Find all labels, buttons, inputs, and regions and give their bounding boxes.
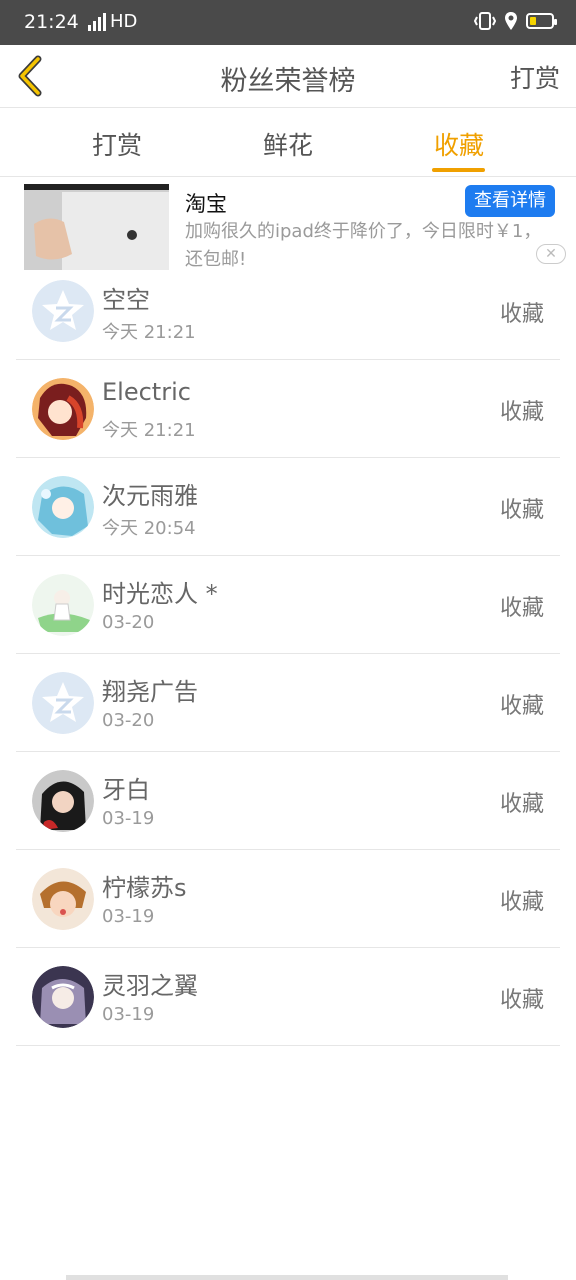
- active-tab-indicator: [432, 168, 485, 172]
- ad-title: 淘宝: [185, 192, 227, 216]
- reward-button[interactable]: 打赏: [510, 59, 560, 95]
- action-label: 收藏: [499, 694, 544, 719]
- user-name: 柠檬苏s: [102, 874, 187, 902]
- list-item[interactable]: 翔尧广告 03-20 收藏: [16, 654, 560, 752]
- action-label: 收藏: [499, 792, 544, 817]
- user-name: 翔尧广告: [102, 678, 198, 706]
- user-time: 03-19: [102, 906, 155, 927]
- user-time: 今天 21:21: [102, 322, 196, 343]
- home-indicator: [66, 1275, 508, 1280]
- avatar: [32, 672, 94, 734]
- user-name: 牙白: [102, 776, 150, 804]
- avatar: [32, 280, 94, 342]
- hd-label: HD: [110, 11, 138, 32]
- list-item[interactable]: 次元雨雅 今天 20:54 收藏: [16, 458, 560, 556]
- user-time: 03-19: [102, 1004, 155, 1025]
- battery-icon: [526, 13, 557, 29]
- user-name: 空空: [102, 286, 150, 314]
- network-indicator: HD: [88, 10, 137, 34]
- list-item[interactable]: 牙白 03-19 收藏: [16, 752, 560, 850]
- list-item[interactable]: 时光恋人 * 03-20 收藏: [16, 556, 560, 654]
- user-time: 今天 21:21: [102, 420, 196, 441]
- ad-image[interactable]: [24, 184, 169, 270]
- action-label: 收藏: [499, 596, 544, 621]
- avatar: [32, 966, 94, 1028]
- title-bar: 粉丝荣誉榜 打赏: [0, 45, 576, 108]
- location-icon: [505, 12, 517, 30]
- avatar: [32, 770, 94, 832]
- status-time: 21:24: [24, 11, 79, 33]
- action-label: 收藏: [499, 302, 544, 327]
- ad-details-button[interactable]: 查看详情: [465, 185, 555, 217]
- signal-icon: [88, 13, 106, 31]
- user-time: 03-20: [102, 612, 155, 633]
- avatar: [32, 378, 94, 440]
- user-time: 03-20: [102, 710, 155, 731]
- action-label: 收藏: [499, 988, 544, 1013]
- tab-reward[interactable]: 打赏: [77, 126, 157, 162]
- ad-close-icon[interactable]: ✕: [536, 244, 566, 264]
- avatar: [32, 868, 94, 930]
- list-item[interactable]: 灵羽之翼 03-19 收藏: [16, 948, 560, 1046]
- status-icons: [474, 11, 557, 31]
- list-item[interactable]: 空空 今天 21:21 收藏: [16, 262, 560, 360]
- vibrate-icon: [474, 12, 496, 30]
- action-label: 收藏: [499, 400, 544, 425]
- list-item[interactable]: Electric 今天 21:21 收藏: [16, 360, 560, 458]
- user-name: 灵羽之翼: [102, 972, 198, 1000]
- list-item[interactable]: 柠檬苏s 03-19 收藏: [16, 850, 560, 948]
- tab-flowers[interactable]: 鲜花: [248, 126, 328, 162]
- user-name: 时光恋人 *: [102, 580, 218, 608]
- user-name: Electric: [102, 378, 191, 406]
- user-time: 03-19: [102, 808, 155, 829]
- avatar: [32, 574, 94, 636]
- user-name: 次元雨雅: [102, 482, 198, 510]
- avatar: [32, 476, 94, 538]
- tab-bar: 打赏 鲜花 收藏: [0, 108, 576, 177]
- page-title: 粉丝荣誉榜: [220, 66, 356, 97]
- status-bar: 21:24 HD: [0, 0, 576, 45]
- user-time: 今天 20:54: [102, 518, 196, 539]
- action-label: 收藏: [499, 498, 544, 523]
- action-label: 收藏: [499, 890, 544, 915]
- fans-list: 空空 今天 21:21 收藏 Electric 今天 21:21 收藏 次元雨雅…: [16, 262, 560, 1046]
- tab-favorites[interactable]: 收藏: [419, 126, 499, 162]
